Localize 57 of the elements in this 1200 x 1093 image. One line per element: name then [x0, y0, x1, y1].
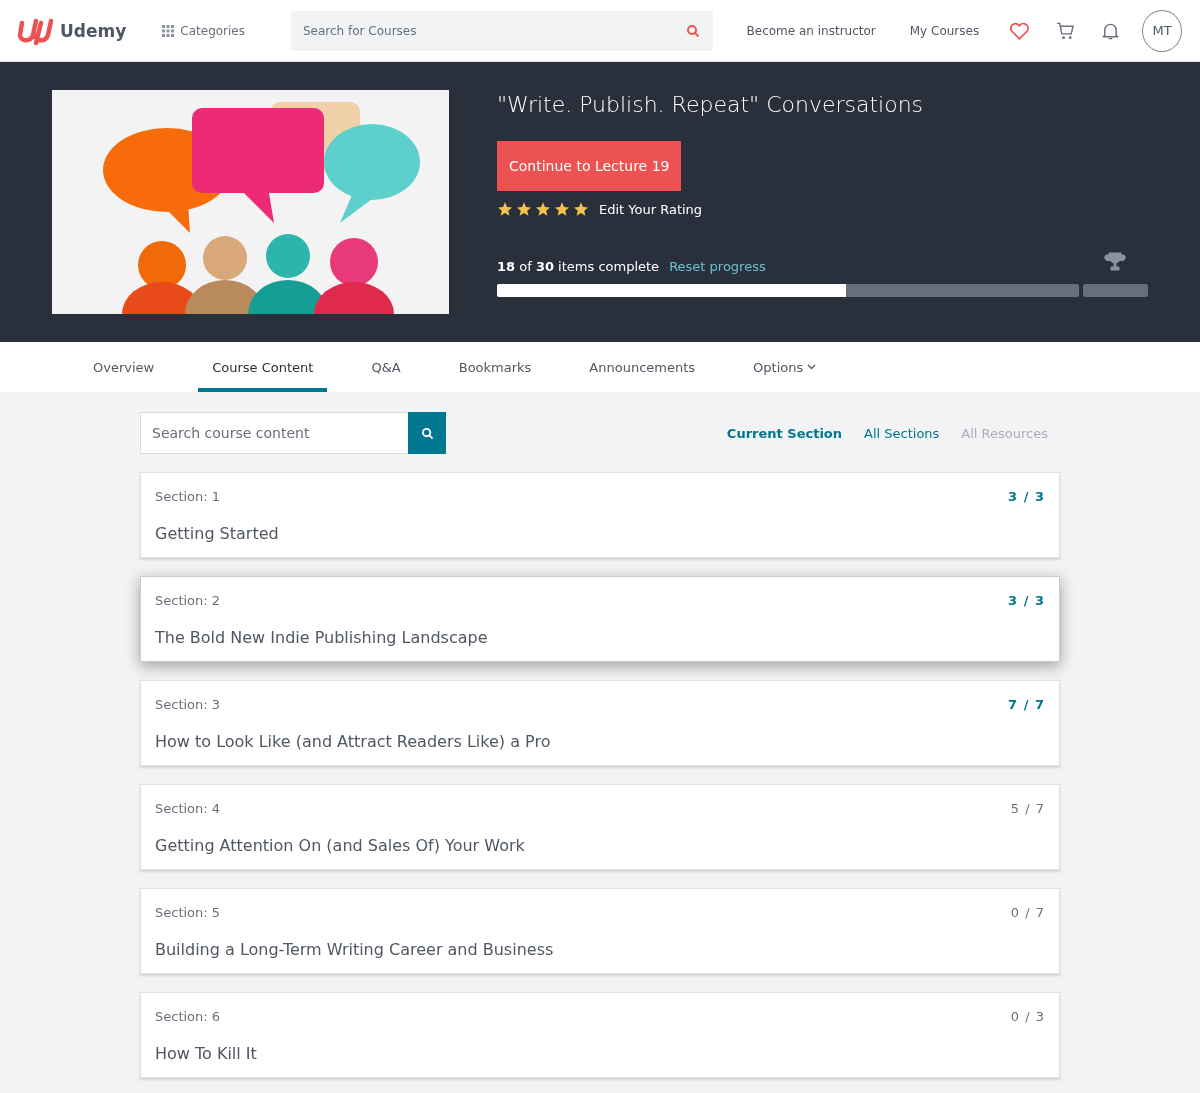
- section-title: Building a Long-Term Writing Career and Business: [155, 940, 555, 959]
- course-title: "Write. Publish. Repeat" Conversations: [497, 92, 925, 117]
- section-number: Section: 5: [155, 905, 221, 920]
- star-icon: [497, 201, 513, 217]
- section-count: 7 / 7: [1008, 697, 1045, 712]
- section-number: Section: 4: [155, 801, 221, 816]
- tab[interactable]: Overview: [79, 342, 169, 392]
- section-number: Section: 3: [155, 697, 221, 712]
- star-icon: [573, 201, 589, 217]
- chevron-icon: [807, 364, 817, 370]
- tab[interactable]: Announcements: [575, 342, 710, 392]
- section-card[interactable]: Section: 6 0 / 3 How To Kill It: [140, 992, 1060, 1078]
- course-search-field[interactable]: Search course content: [140, 412, 408, 454]
- star-icon: [554, 201, 570, 217]
- search-icon: [420, 426, 434, 440]
- section-count: 3 / 3: [1008, 489, 1045, 504]
- section-count: 0 / 7: [1010, 905, 1045, 920]
- section-count: 3 / 3: [1008, 593, 1045, 608]
- section-card[interactable]: Section: 1 3 / 3 Getting Started: [140, 472, 1060, 558]
- logo-icon[interactable]: [18, 16, 54, 45]
- filter-link[interactable]: All Sections: [864, 425, 940, 441]
- section-count: 5 / 7: [1010, 801, 1045, 816]
- section-card[interactable]: Section: 4 5 / 7 Getting Attention On (and Sales Of) Your Work: [140, 784, 1060, 870]
- section-card[interactable]: Section: 2 3 / 3 The Bold New Indie Publishing Landscape: [140, 576, 1060, 662]
- search-field[interactable]: Search for Courses: [291, 10, 713, 51]
- tab[interactable]: Options: [739, 342, 831, 392]
- section-card[interactable]: Section: 3 7 / 7 How to Look Like (and Attract Readers Like) a Pro: [140, 680, 1060, 766]
- section-title: How To Kill It: [155, 1044, 258, 1063]
- section-count: 0 / 3: [1010, 1009, 1045, 1024]
- section-title: Getting Started: [155, 524, 280, 543]
- nav-link[interactable]: My Courses: [909, 23, 980, 38]
- tab[interactable]: Course Content: [198, 342, 328, 392]
- section-number: Section: 1: [155, 489, 221, 504]
- star-icon: [516, 201, 532, 217]
- section-title: How to Look Like (and Attract Readers Like) a Pro: [155, 732, 552, 751]
- section-title: The Bold New Indie Publishing Landscape: [155, 628, 489, 647]
- nav-link[interactable]: Become an instructor: [746, 23, 876, 38]
- reset-progress-link[interactable]: Reset progress: [669, 259, 766, 274]
- trophy-icon: [1103, 250, 1127, 274]
- search-icon[interactable]: [685, 23, 700, 38]
- continue-button[interactable]: Continue to Lecture 19: [497, 141, 682, 191]
- section-card[interactable]: Section: 5 0 / 7 Building a Long-Term Writing Career and Business: [140, 888, 1060, 974]
- heart-icon[interactable]: [1009, 20, 1031, 41]
- tab[interactable]: Q&A: [357, 342, 415, 392]
- logo-text[interactable]: Udemy: [60, 20, 127, 41]
- categories-button[interactable]: Categories: [156, 22, 251, 39]
- star-icon: [535, 201, 551, 217]
- grid-icon: [162, 24, 175, 37]
- filter-link[interactable]: Current Section: [726, 425, 843, 441]
- search-button[interactable]: [408, 412, 446, 454]
- cart-icon[interactable]: [1056, 20, 1076, 41]
- edit-rating-link[interactable]: Edit Your Rating: [599, 201, 703, 217]
- progress-text: 18 of 30 items complete: [497, 259, 660, 274]
- section-number: Section: 6: [155, 1009, 221, 1024]
- section-title: Getting Attention On (and Sales Of) Your Work: [155, 836, 526, 855]
- tab[interactable]: Bookmarks: [444, 342, 546, 392]
- section-number: Section: 2: [155, 593, 221, 608]
